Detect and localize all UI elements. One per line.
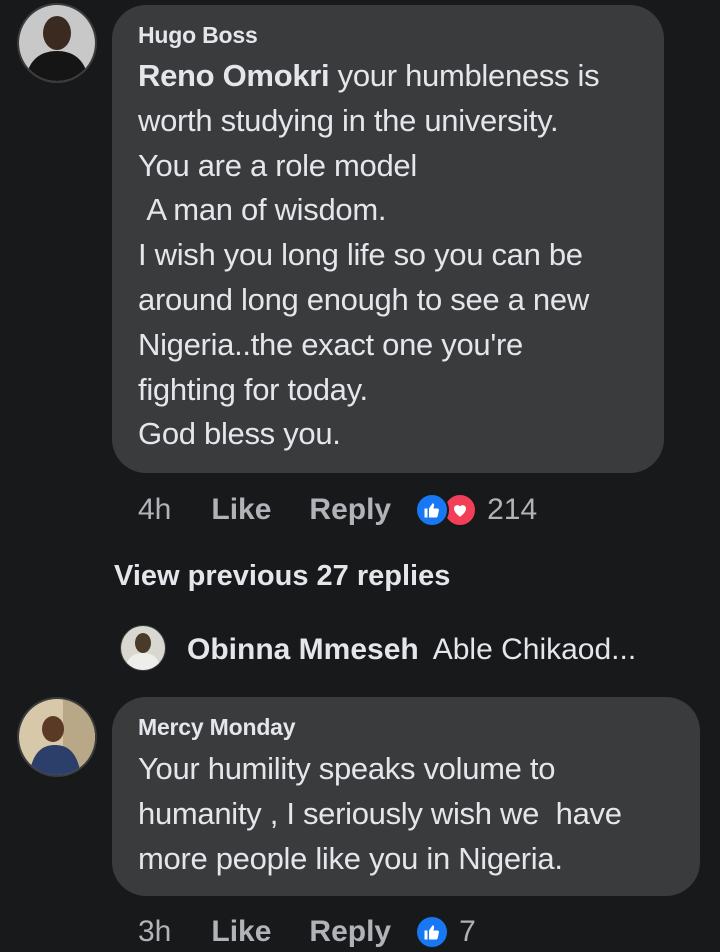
view-previous-replies-link[interactable]: View previous 27 replies (114, 560, 450, 593)
profile-photo-icon (121, 626, 165, 670)
profile-photo-icon (19, 5, 95, 81)
reply-author[interactable]: Obinna Mmeseh (187, 633, 419, 667)
like-icon (415, 915, 450, 949)
avatar[interactable] (120, 625, 166, 671)
reply-snippet: Able Chikaod... (432, 633, 637, 666)
like-button[interactable]: Like (211, 915, 271, 949)
avatar[interactable] (17, 3, 97, 83)
reactions[interactable]: 214 (415, 493, 537, 527)
reaction-count: 214 (487, 493, 538, 526)
comment-actions: 4h Like Reply 214 (138, 490, 537, 530)
comment-text: Your humility speaks volume to humanity … (138, 751, 622, 876)
reactions[interactable]: 7 (415, 915, 476, 949)
mention-link[interactable]: Reno Omokri (138, 58, 330, 93)
comment-time[interactable]: 3h (138, 915, 171, 949)
comment-time[interactable]: 4h (138, 493, 171, 527)
comment-text: Reno Omokri your humbleness is worth stu… (138, 54, 600, 457)
avatar[interactable] (17, 697, 97, 777)
comment-text-body: your humbleness is worth studying in the… (138, 58, 600, 452)
comment-actions: 3h Like Reply 7 (138, 912, 476, 952)
profile-photo-icon (19, 699, 95, 775)
comment-author[interactable]: Hugo Boss (138, 22, 258, 49)
like-icon (415, 493, 450, 527)
comment-author[interactable]: Mercy Monday (138, 714, 296, 741)
reaction-count: 7 (459, 915, 476, 948)
reply-button[interactable]: Reply (309, 915, 391, 949)
like-button[interactable]: Like (211, 493, 271, 527)
reply-button[interactable]: Reply (309, 493, 391, 527)
latest-reply[interactable]: Obinna Mmeseh Able Chikaod... (187, 630, 636, 670)
